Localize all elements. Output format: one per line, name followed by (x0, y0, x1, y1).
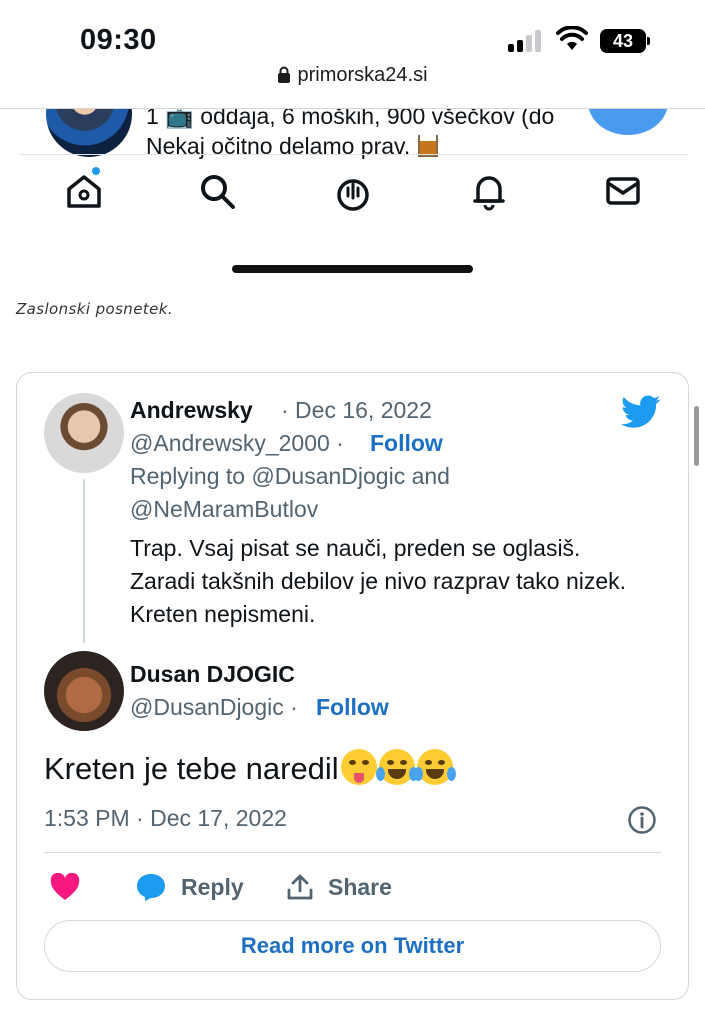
reply-author-name[interactable]: Dusan DJOGIC (130, 661, 295, 688)
follow-dusan-link[interactable]: Follow (316, 694, 389, 721)
home-icon (67, 175, 101, 208)
embedded-divider (18, 154, 688, 155)
parent-author-name[interactable]: Andrewsky (130, 397, 253, 424)
messages-icon (606, 177, 640, 205)
read-more-on-twitter-button[interactable]: Read more on Twitter (44, 920, 661, 972)
embedded-tweet-line2: Nekaj očitno delamo prav. (146, 133, 439, 160)
follow-andrewsky-link[interactable]: Follow (370, 430, 443, 457)
reply-button[interactable]: Reply (135, 869, 244, 905)
reply-bubble-icon (137, 874, 165, 901)
heart-icon (50, 873, 80, 900)
zany-face-emoji (340, 749, 377, 785)
home-indicator (232, 265, 473, 273)
tears-of-joy-emoji (413, 749, 456, 785)
image-caption: Zaslonski posnetek. (16, 300, 173, 318)
reply-handle[interactable]: @DusanDjogic · (130, 694, 298, 721)
twitter-bird-icon[interactable] (621, 395, 661, 429)
status-time: 09:30 (80, 24, 157, 56)
parent-handle[interactable]: @Andrewsky_2000 · (130, 430, 344, 457)
thread-line (83, 479, 85, 643)
wifi-icon (556, 26, 588, 50)
parent-tweet-text: Trap. Vsaj pisat se nauči, preden se ogl… (130, 535, 627, 627)
reply-tweet-text: Kreten je tebe naredil (44, 749, 456, 787)
reply-label: Reply (181, 873, 244, 900)
lock-icon (278, 66, 291, 83)
embedded-avatar (46, 109, 132, 157)
spaces-icon (337, 179, 369, 211)
tears-of-joy-emoji (375, 749, 418, 785)
embedded-nav-bar (0, 167, 705, 217)
tweet-timestamp[interactable]: 1:53 PM · Dec 17, 2022 (44, 805, 287, 832)
search-icon (201, 175, 235, 209)
scrollbar[interactable] (694, 406, 699, 466)
status-bar: 09:30 43 (0, 0, 705, 64)
share-icon (287, 874, 313, 900)
like-button[interactable] (50, 869, 94, 905)
battery-level: 43 (600, 29, 646, 53)
replying-to-line1[interactable]: Replying to @DusanDjogic and (130, 463, 450, 490)
parent-date[interactable]: · Dec 16, 2022 (281, 397, 432, 424)
notification-dot (92, 167, 100, 175)
info-icon[interactable] (627, 805, 657, 835)
tweet-embed-card: Andrewsky · Dec 16, 2022 @Andrewsky_2000… (16, 372, 689, 1000)
avatar-andrewsky[interactable] (44, 393, 124, 473)
share-label: Share (328, 873, 392, 900)
cellular-signal-icon (508, 30, 544, 52)
url-text: primorska24.si (297, 64, 428, 86)
compose-fab (588, 109, 668, 135)
embedded-screenshot: 1 📺 oddaja, 6 moških, 900 všečkov (do Ne… (0, 109, 705, 279)
card-divider (44, 852, 661, 853)
avatar-dusan[interactable] (44, 651, 124, 731)
share-button[interactable]: Share (286, 869, 392, 905)
replying-to-line2[interactable]: @NeMaramButlov (130, 496, 318, 523)
address-bar[interactable]: primorska24.si (0, 64, 705, 94)
battery-icon: 43 (600, 29, 650, 53)
embedded-tweet-line1: 1 📺 oddaja, 6 moških, 900 všečkov (do (146, 109, 555, 129)
notifications-icon (473, 176, 505, 211)
